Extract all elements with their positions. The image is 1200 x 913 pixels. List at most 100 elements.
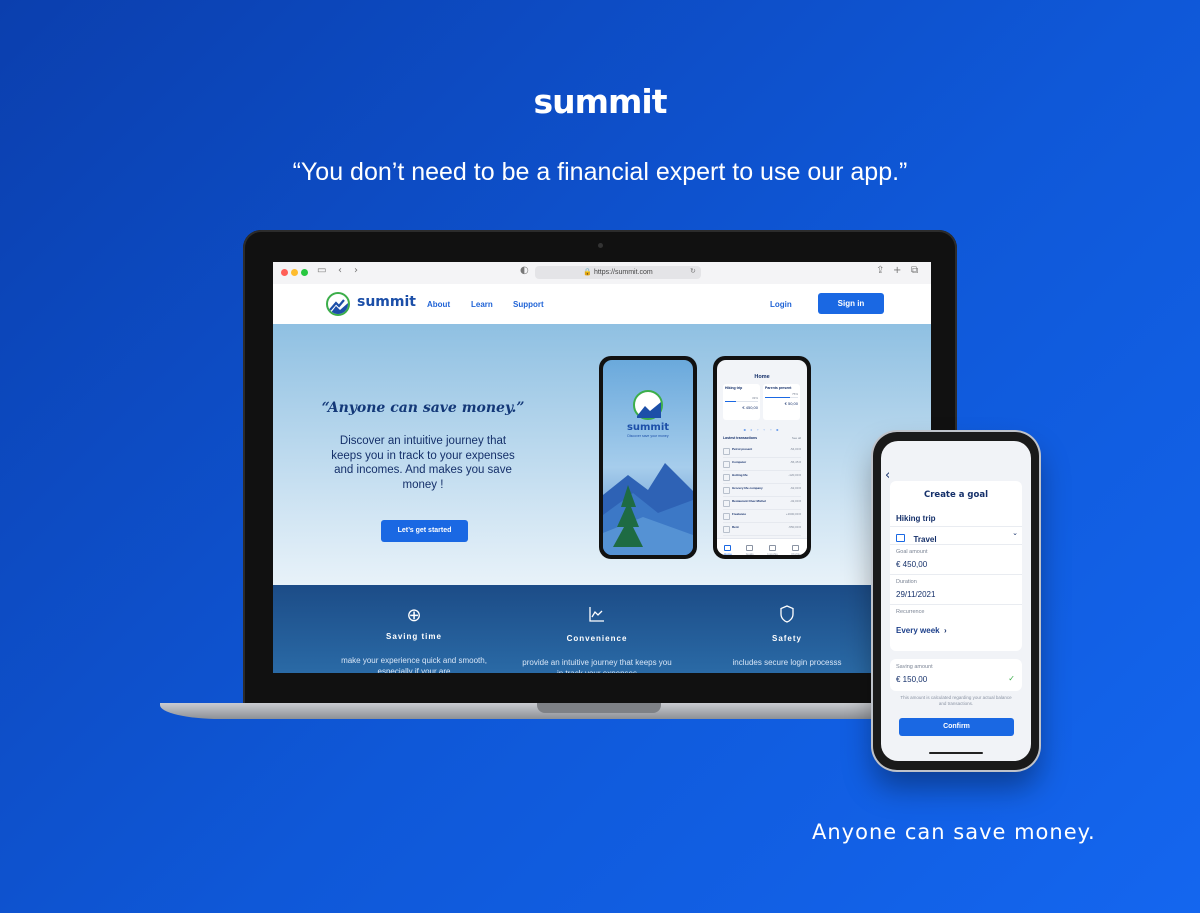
summit-logo-icon[interactable] — [326, 292, 350, 316]
transaction-amount: +1600,00 € — [785, 512, 801, 516]
feature-convenience: Convenience provide an intuitive journey… — [522, 605, 672, 673]
goal-card-name: Parents present — [765, 386, 792, 390]
recurrence-value: Every week — [896, 626, 940, 635]
sidebar-icon[interactable]: ▭ — [317, 265, 326, 276]
carousel-dots[interactable]: ◂ • ◦ ◦ ◦ ▸ — [723, 427, 801, 432]
splash-phone: summit Discover save your money — [599, 356, 697, 559]
share-icon[interactable]: ⇪ — [876, 265, 884, 276]
transaction-icon — [723, 474, 730, 481]
goal-amount-field[interactable]: € 450,00 — [896, 560, 1018, 569]
laptop-screen: ▭ ‹ › ◐ 🔒 https://summit.com ↻ ⇪ + ⧉ sum… — [273, 262, 931, 673]
goal-card-pct: 75% — [791, 392, 798, 396]
back-icon[interactable]: ‹ — [338, 265, 342, 276]
tab-icon — [769, 545, 777, 551]
transaction-row[interactable]: Restaurant Chez Michel -32,00 € — [723, 497, 801, 510]
transaction-name: Rent — [732, 525, 739, 529]
transaction-icon — [723, 500, 730, 507]
transactions-title: Lastest transactions — [723, 436, 758, 440]
url-text: https://summit.com — [593, 269, 653, 276]
transaction-amount: -62,00 € — [789, 486, 801, 490]
saving-note: This amount is calculated regarding your… — [900, 695, 1012, 706]
goal-card-amount: € 50,00 — [784, 401, 798, 406]
new-tab-icon[interactable]: + — [893, 265, 901, 276]
transaction-amount: -54,00 € — [789, 447, 801, 451]
transaction-icon — [723, 513, 730, 520]
address-bar[interactable]: 🔒 https://summit.com — [535, 266, 701, 279]
goal-card[interactable]: Hiking trip 33% € 450,00 — [723, 384, 760, 420]
back-arrow-icon[interactable]: ‹ — [885, 468, 890, 483]
saving-amount-label: Saving amount — [896, 664, 933, 670]
shield-icon — [712, 605, 862, 628]
goal-screen: ‹ Create a goal Hiking trip Travel ⌄ Goa… — [881, 441, 1031, 761]
close-window-button[interactable] — [281, 269, 288, 276]
reload-icon[interactable]: ↻ — [690, 267, 696, 275]
maximize-window-button[interactable] — [301, 269, 308, 276]
mountain-illustration — [603, 463, 693, 555]
transaction-row[interactable]: Grocery life company -62,00 € — [723, 484, 801, 497]
home-title: Home — [754, 374, 770, 380]
goal-card-progress — [725, 401, 736, 402]
home-screen: Home Hiking trip 33% € 450,00 Parents pr… — [717, 360, 807, 555]
divider — [890, 526, 1022, 527]
confirm-button[interactable]: Confirm — [899, 718, 1014, 736]
goal-card[interactable]: Parents present 75% € 50,00 — [763, 384, 800, 420]
divider — [890, 544, 1022, 545]
divider — [890, 604, 1022, 605]
tab-insights[interactable]: Insights — [767, 545, 778, 555]
saving-amount-card: Saving amount € 150,00 ✓ — [890, 659, 1022, 691]
hero-section: “Anyone can save money.” Discover an int… — [273, 324, 931, 585]
tab-icon — [746, 545, 754, 551]
tabs-overview-icon[interactable]: ⧉ — [911, 265, 918, 276]
signin-button[interactable]: Sign in — [818, 293, 884, 314]
tab-profile[interactable]: Profile — [791, 545, 801, 555]
transaction-icon — [723, 448, 730, 455]
duration-field[interactable]: 29/11/2021 — [896, 590, 1018, 599]
transaction-row[interactable]: Petrol present -54,00 € — [723, 445, 801, 458]
plus-circle-icon: ⊕ — [406, 605, 422, 626]
goal-name-field[interactable]: Hiking trip — [896, 514, 1018, 523]
see-all-link[interactable]: See all — [792, 436, 801, 440]
transaction-amount: -32,00 € — [789, 499, 801, 503]
tab-home[interactable]: Home — [724, 545, 732, 555]
tab-icon — [724, 545, 732, 551]
tab-goals[interactable]: Goals — [746, 545, 754, 555]
get-started-button[interactable]: Let’s get started — [381, 520, 468, 542]
nav-support[interactable]: Support — [513, 300, 544, 309]
saving-amount-value: € 150,00 — [896, 675, 928, 684]
browser-toolbar: ▭ ‹ › ◐ 🔒 https://summit.com ↻ ⇪ + ⧉ — [273, 262, 931, 285]
transaction-row[interactable]: Hotting life -120,00 € — [723, 471, 801, 484]
tagline: “You don’t need to be a financial expert… — [292, 158, 908, 186]
transaction-row[interactable]: Freelance +1600,00 € — [723, 510, 801, 523]
feature-title: Saving time — [386, 632, 442, 641]
transaction-row[interactable]: Rent -550,00 € — [723, 523, 801, 536]
transaction-amount: -120,00 € — [788, 473, 801, 477]
forward-icon[interactable]: › — [354, 265, 358, 276]
tab-label: Goals — [745, 552, 754, 555]
login-link[interactable]: Login — [770, 300, 792, 309]
shield-icon[interactable]: ◐ — [520, 265, 529, 276]
goal-phone: ‹ Create a goal Hiking trip Travel ⌄ Goa… — [873, 432, 1039, 770]
divider — [890, 574, 1022, 575]
site-brand[interactable]: summit — [357, 294, 416, 310]
feature-safety: Safety includes secure login processs — [712, 605, 862, 668]
laptop-mockup: ▭ ‹ › ◐ 🔒 https://summit.com ↻ ⇪ + ⧉ sum… — [243, 230, 957, 710]
transaction-icon — [723, 526, 730, 533]
category-select[interactable]: Travel ⌄ — [896, 529, 1018, 544]
nav-about[interactable]: About — [427, 300, 450, 309]
recurrence-selector[interactable]: Every week › — [896, 620, 1018, 638]
feature-desc: make your experience quick and smooth, e… — [341, 656, 487, 673]
transaction-name: Grocery life company — [732, 486, 763, 490]
minimize-window-button[interactable] — [291, 269, 298, 276]
nav-learn[interactable]: Learn — [471, 300, 493, 309]
transaction-row[interactable]: Computer -56,45 € — [723, 458, 801, 471]
splash-subtitle: Discover save your money — [627, 434, 669, 438]
camera — [598, 243, 603, 248]
tab-label: Profile — [791, 552, 801, 555]
chevron-down-icon: ⌄ — [1012, 530, 1018, 537]
duration-label: Duration — [896, 579, 917, 585]
site-navbar: summit About Learn Support Login Sign in — [273, 284, 931, 325]
calendar-icon — [896, 533, 905, 542]
transaction-name: Computer — [732, 460, 747, 464]
chevron-right-icon: › — [944, 626, 947, 635]
goal-card-pct: 33% — [751, 396, 758, 400]
